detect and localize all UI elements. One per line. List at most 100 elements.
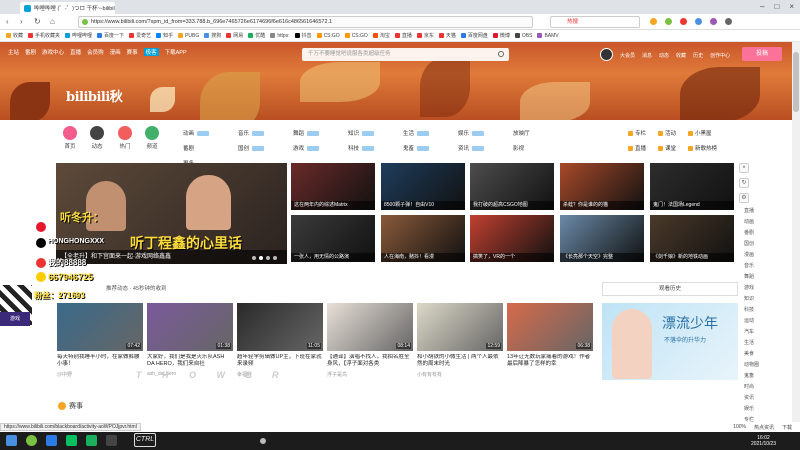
bookmark-item[interactable]: 网易 (226, 32, 243, 39)
video-thumb[interactable]: 一张人，用无情的公路演 (291, 215, 375, 262)
card-thumbnail[interactable]: 01:38 (147, 303, 233, 351)
top-nav-item[interactable]: 漫画 (110, 48, 121, 56)
user-nav-item[interactable]: 历史 (693, 52, 703, 59)
bookmark-item[interactable]: 京东 (416, 32, 434, 39)
settings-icon[interactable]: ⚙ (739, 193, 749, 203)
avatar[interactable] (600, 48, 613, 61)
search-icon[interactable] (498, 51, 504, 57)
scrollbar[interactable] (792, 42, 800, 422)
bookmark-item[interactable]: CS:GO (344, 33, 368, 39)
channel-link[interactable]: 动画 (183, 129, 238, 137)
side-nav-item[interactable]: 娱乐 (744, 405, 759, 412)
bookmark-item[interactable]: CS:GO (316, 33, 340, 39)
channel-link[interactable]: 影视 (513, 144, 568, 152)
bookmark-item[interactable]: OBS (514, 33, 532, 39)
extension-icon[interactable] (680, 18, 687, 25)
status-item[interactable]: 下载 (782, 424, 792, 431)
channel-link[interactable]: 鬼畜 (403, 144, 458, 152)
menu-icon[interactable] (725, 18, 732, 25)
video-thumb[interactable]: 鬼门！法国场Legend (650, 163, 734, 210)
extra-link[interactable]: 新歌热榜 (688, 144, 728, 152)
extension-icon[interactable] (650, 18, 657, 25)
upload-button[interactable]: 投稿 (742, 47, 782, 61)
bookmark-item[interactable]: 百度一下 (97, 32, 124, 39)
card-title[interactable]: 13年让无数玩家痛着的游戏！作者最后降暴了怎样的幸 (507, 354, 593, 368)
video-thumb[interactable]: 杀蛙？你是谁的的猫 (560, 163, 644, 210)
bilibili-logo[interactable]: bilibili秋 (66, 86, 123, 105)
channel-link[interactable]: 游戏 (293, 144, 348, 152)
wechat-icon[interactable] (26, 435, 37, 446)
top-nav-item[interactable]: 游戏中心 (42, 48, 64, 56)
bookmark-item[interactable]: 百度网盘 (460, 32, 488, 39)
user-nav-item[interactable]: 大会员 (620, 52, 635, 59)
top-nav-item[interactable]: 赛事 (127, 48, 138, 56)
bookmark-item[interactable]: 直播 (394, 32, 412, 39)
video-thumb[interactable]: 这在两年内的综述Matrix (291, 163, 375, 210)
video-card[interactable]: 06:38 13年让无数玩家痛着的游戏！作者最后降暴了怎样的幸 (507, 303, 593, 371)
extra-link[interactable]: 活动 (658, 129, 688, 137)
side-nav-item[interactable]: 漫画 (744, 251, 759, 258)
side-nav-item[interactable]: 直播 (744, 207, 759, 214)
extension-icon[interactable] (695, 18, 702, 25)
side-nav-item[interactable]: 音乐 (744, 262, 759, 269)
card-thumbnail[interactable]: 11:05 (237, 303, 323, 351)
channel-1[interactable]: 动态 (84, 126, 110, 150)
forward-icon[interactable]: › (20, 17, 23, 26)
windows-start-icon[interactable] (6, 435, 17, 446)
extension-icon[interactable] (710, 18, 717, 25)
bookmark-item[interactable]: https: (270, 33, 290, 39)
bookmark-item[interactable]: 爱奇艺 (129, 32, 151, 39)
video-thumb[interactable]: 《长亮那个天空》完整 (560, 215, 644, 262)
carousel-dots[interactable] (252, 256, 277, 260)
side-nav-item[interactable]: 时尚 (744, 383, 759, 390)
channel-0[interactable]: 首页 (57, 126, 83, 150)
status-item[interactable]: 100% (733, 424, 746, 431)
video-thumb[interactable]: 《剑千娘》新的地铁动画 (650, 215, 734, 262)
extra-link[interactable]: 直播 (628, 144, 658, 152)
card-thumbnail[interactable]: 07:42 (57, 303, 143, 351)
ranking-header[interactable]: 观看历史 (602, 282, 738, 296)
browser-icon[interactable] (46, 435, 57, 446)
obs-icon[interactable] (106, 435, 117, 446)
side-nav-item[interactable]: 动画 (744, 218, 759, 225)
side-nav-item[interactable]: 鬼畜 (744, 372, 759, 379)
user-nav-item[interactable]: 消息 (642, 52, 652, 59)
top-nav-item[interactable]: 番剧 (25, 48, 36, 56)
bookmark-item[interactable]: 哔哩哔哩 (65, 32, 92, 39)
bookmark-item[interactable]: 淘宝 (372, 32, 390, 39)
channel-link[interactable]: 音乐 (238, 129, 293, 137)
video-card[interactable]: 11:05 超年轻学剪辑做UP主，下班在家就来录频 幸福鞋 (237, 303, 323, 378)
side-nav-item[interactable]: 科技 (744, 306, 759, 313)
channel-link[interactable]: 舞蹈 (293, 129, 348, 137)
bookmark-item[interactable]: BAMV (537, 33, 559, 39)
channel-link[interactable]: 国创 (238, 144, 293, 152)
channel-link[interactable]: 资讯 (458, 144, 513, 152)
bookmark-item[interactable]: 微博 (492, 32, 510, 39)
side-nav-item[interactable]: 美食 (744, 350, 759, 357)
bookmark-item[interactable]: 手机收藏夹 (28, 32, 60, 39)
extra-link[interactable]: 专栏 (628, 129, 658, 137)
home-icon[interactable]: ⌂ (50, 17, 55, 26)
card-thumbnail[interactable]: 08:14 (327, 303, 413, 351)
refresh-icon[interactable]: ↻ (34, 17, 41, 26)
side-nav-item[interactable]: 资讯 (744, 394, 759, 401)
top-nav-item[interactable]: 主站 (8, 48, 19, 56)
video-card[interactable]: 12:59 和小胡铁的小微生活 | 两个人最依然的周末时光 小有有有有 (417, 303, 503, 378)
side-nav-item[interactable]: 汽车 (744, 328, 759, 335)
user-nav-item[interactable]: 创作中心 (710, 52, 730, 59)
side-nav-item[interactable]: 舞蹈 (744, 273, 759, 280)
card-title[interactable]: 【通译】演唱不找人，我拍名胜全身风，【浮子面对各类 (327, 354, 413, 368)
side-nav-item[interactable]: 运动 (744, 317, 759, 324)
card-uploader[interactable]: 沙中野 (57, 371, 143, 378)
bookmark-item[interactable]: 优酷 (248, 32, 265, 39)
browser-search-input[interactable]: 热搜 (550, 16, 640, 28)
scrollbar-thumb[interactable] (793, 52, 799, 112)
user-nav-item[interactable]: 收藏 (676, 52, 686, 59)
channel-link[interactable]: 知识 (348, 129, 403, 137)
card-thumbnail[interactable]: 06:38 (507, 303, 593, 351)
channel-link[interactable]: 番剧 (183, 144, 238, 152)
extra-link[interactable]: 课堂 (658, 144, 688, 152)
extension-icon[interactable] (665, 18, 672, 25)
side-nav-item[interactable]: 游戏 (744, 284, 759, 291)
bookmark-item[interactable]: PUBG (178, 33, 199, 39)
